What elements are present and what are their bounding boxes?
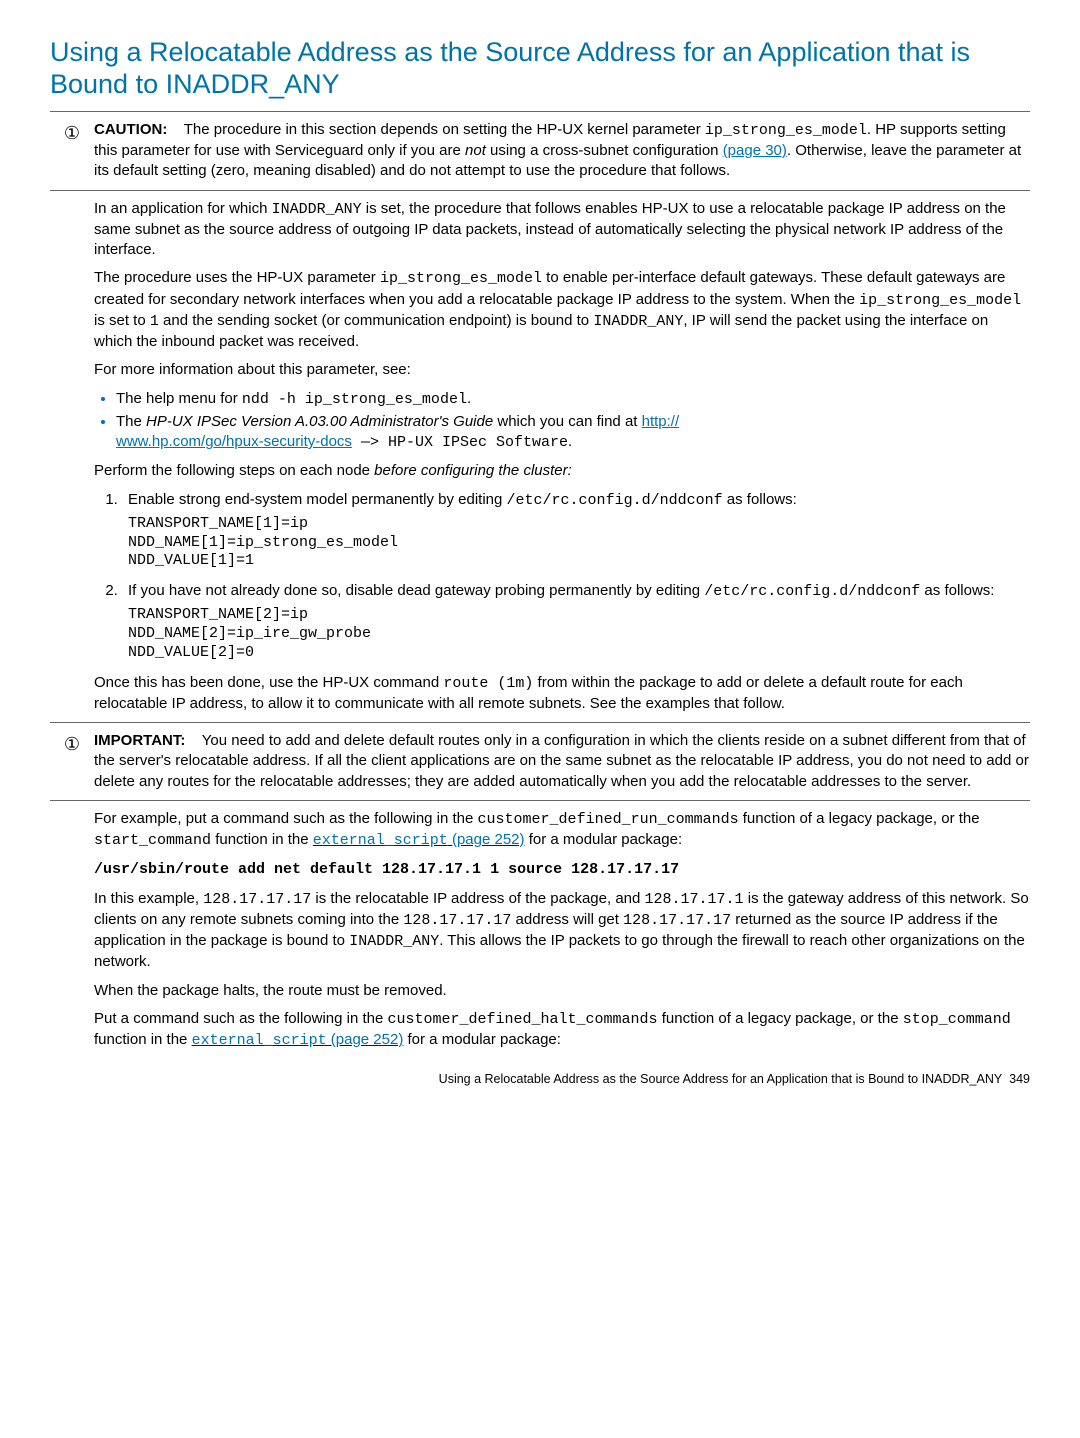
p9-link[interactable]: external_script (page 252) xyxy=(192,1031,404,1048)
paragraph-2: The procedure uses the HP-UX parameter i… xyxy=(94,268,1030,352)
p6-c1: customer_defined_run_commands xyxy=(478,811,739,828)
p7-d: address will get xyxy=(511,911,623,928)
p7-a: In this example, xyxy=(94,890,203,907)
bul2-i: HP-UX IPSec Version A.03.00 Administrato… xyxy=(146,413,493,430)
bullet-1: The help menu for ndd -h ip_strong_es_mo… xyxy=(116,389,1030,410)
p6-d: for a modular package: xyxy=(525,831,683,848)
body-block-1: In an application for which INADDR_ANY i… xyxy=(94,199,1030,715)
caution-code1: ip_strong_es_model xyxy=(705,122,867,139)
body-block-2: For example, put a command such as the f… xyxy=(94,809,1030,1052)
step1-b: as follows: xyxy=(723,491,797,508)
important-body: You need to add and delete default route… xyxy=(94,732,1029,790)
page-heading: Using a Relocatable Address as the Sourc… xyxy=(50,36,1030,101)
paragraph-5: Once this has been done, use the HP-UX c… xyxy=(94,673,1030,715)
p2-a: The procedure uses the HP-UX parameter xyxy=(94,269,380,286)
p7-c5: INADDR_ANY xyxy=(349,933,439,950)
bul2-b: which you can find at xyxy=(493,413,641,430)
bul2-a: The xyxy=(116,413,146,430)
p2-c2: ip_strong_es_model xyxy=(859,292,1021,309)
paragraph-6: For example, put a command such as the f… xyxy=(94,809,1030,852)
p9-c1: customer_defined_halt_commands xyxy=(388,1011,658,1028)
p7-c4: 128.17.17.17 xyxy=(623,912,731,929)
p2-c4: INADDR_ANY xyxy=(593,313,683,330)
caution-t1: The procedure in this section depends on… xyxy=(184,121,705,138)
p5-c: route (1m) xyxy=(443,675,533,692)
p2-d: and the sending socket (or communication… xyxy=(159,312,593,329)
bul1-a: The help menu for xyxy=(116,390,242,407)
important-text: IMPORTANT: You need to add and delete de… xyxy=(94,731,1030,792)
p9-b: function of a legacy package, or the xyxy=(658,1010,903,1027)
page-footer: Using a Relocatable Address as the Sourc… xyxy=(50,1071,1030,1088)
p2-c: is set to xyxy=(94,312,150,329)
step2-code: TRANSPORT_NAME[2]=ip NDD_NAME[2]=ip_ire_… xyxy=(128,606,1030,662)
paragraph-7: In this example, 128.17.17.17 is the rel… xyxy=(94,889,1030,973)
step-1: Enable strong end-system model permanent… xyxy=(122,490,1030,572)
paragraph-4: Perform the following steps on each node… xyxy=(94,461,1030,481)
important-label: IMPORTANT: xyxy=(94,732,185,749)
paragraph-8: When the package halts, the route must b… xyxy=(94,981,1030,1001)
p7-b: is the relocatable IP address of the pac… xyxy=(311,890,644,907)
paragraph-1: In an application for which INADDR_ANY i… xyxy=(94,199,1030,261)
bul1-c: ndd -h ip_strong_es_model xyxy=(242,391,467,408)
footer-pagenum: 349 xyxy=(1009,1072,1030,1086)
p1-a: In an application for which xyxy=(94,200,272,217)
p9-page: (page 252) xyxy=(327,1031,404,1048)
bul2-link1[interactable]: http:// xyxy=(642,413,680,430)
caution-icon: ① xyxy=(50,120,94,145)
p4-a: Perform the following steps on each node xyxy=(94,462,374,479)
p9-c: function in the xyxy=(94,1031,192,1048)
p5-a: Once this has been done, use the HP-UX c… xyxy=(94,674,443,691)
bul2-link2[interactable]: www.hp.com/go/hpux-security-docs xyxy=(116,433,352,450)
caution-t2i: not xyxy=(465,142,486,159)
p6-c2: start_command xyxy=(94,832,211,849)
step2-c: /etc/rc.config.d/nddconf xyxy=(704,583,920,600)
p7-c1: 128.17.17.17 xyxy=(203,891,311,908)
important-callout: ① IMPORTANT: You need to add and delete … xyxy=(50,731,1030,792)
step1-code: TRANSPORT_NAME[1]=ip NDD_NAME[1]=ip_stro… xyxy=(128,515,1030,571)
p9-link-text: external_script xyxy=(192,1032,327,1049)
footer-title: Using a Relocatable Address as the Sourc… xyxy=(439,1072,1003,1086)
p6-a: For example, put a command such as the f… xyxy=(94,810,478,827)
rule-before-important xyxy=(50,722,1030,723)
step2-a: If you have not already done so, disable… xyxy=(128,582,704,599)
p6-c: function in the xyxy=(211,831,313,848)
paragraph-9: Put a command such as the following in t… xyxy=(94,1009,1030,1052)
caution-t3: using a cross-subnet configuration xyxy=(486,142,723,159)
p2-c3: 1 xyxy=(150,313,159,330)
p6-link-text: external_script xyxy=(313,832,448,849)
p9-c2: stop_command xyxy=(903,1011,1011,1028)
command-line: /usr/sbin/route add net default 128.17.1… xyxy=(94,861,679,878)
p9-a: Put a command such as the following in t… xyxy=(94,1010,388,1027)
p7-c3: 128.17.17.17 xyxy=(403,912,511,929)
caution-callout: ① CAUTION: The procedure in this section… xyxy=(50,120,1030,182)
important-icon: ① xyxy=(50,731,94,756)
step1-c: /etc/rc.config.d/nddconf xyxy=(507,492,723,509)
rule-top xyxy=(50,111,1030,112)
bul1-b: . xyxy=(467,390,471,407)
rule-after-important xyxy=(50,800,1030,801)
step-2: If you have not already done so, disable… xyxy=(122,581,1030,663)
rule-after-caution xyxy=(50,190,1030,191)
paragraph-3: For more information about this paramete… xyxy=(94,360,1030,380)
caution-text: CAUTION: The procedure in this section d… xyxy=(94,120,1030,182)
bul2-d: . xyxy=(568,433,572,450)
bullet-list: The help menu for ndd -h ip_strong_es_mo… xyxy=(94,389,1030,454)
p7-c2: 128.17.17.1 xyxy=(645,891,744,908)
caution-label: CAUTION: xyxy=(94,121,167,138)
p2-c1: ip_strong_es_model xyxy=(380,270,542,287)
step2-b: as follows: xyxy=(920,582,994,599)
p9-d: for a modular package: xyxy=(403,1031,561,1048)
bullet-2: The HP-UX IPSec Version A.03.00 Administ… xyxy=(116,412,1030,454)
p6-page: (page 252) xyxy=(448,831,525,848)
p6-link[interactable]: external_script (page 252) xyxy=(313,831,525,848)
caution-link1[interactable]: (page 30) xyxy=(723,142,787,159)
p4-i: before configuring the cluster: xyxy=(374,462,572,479)
step1-a: Enable strong end-system model permanent… xyxy=(128,491,507,508)
steps-list: Enable strong end-system model permanent… xyxy=(94,490,1030,663)
p6-b: function of a legacy package, or the xyxy=(739,810,980,827)
bul2-c: —> HP-UX IPSec Software xyxy=(352,434,568,451)
p1-c: INADDR_ANY xyxy=(272,201,362,218)
